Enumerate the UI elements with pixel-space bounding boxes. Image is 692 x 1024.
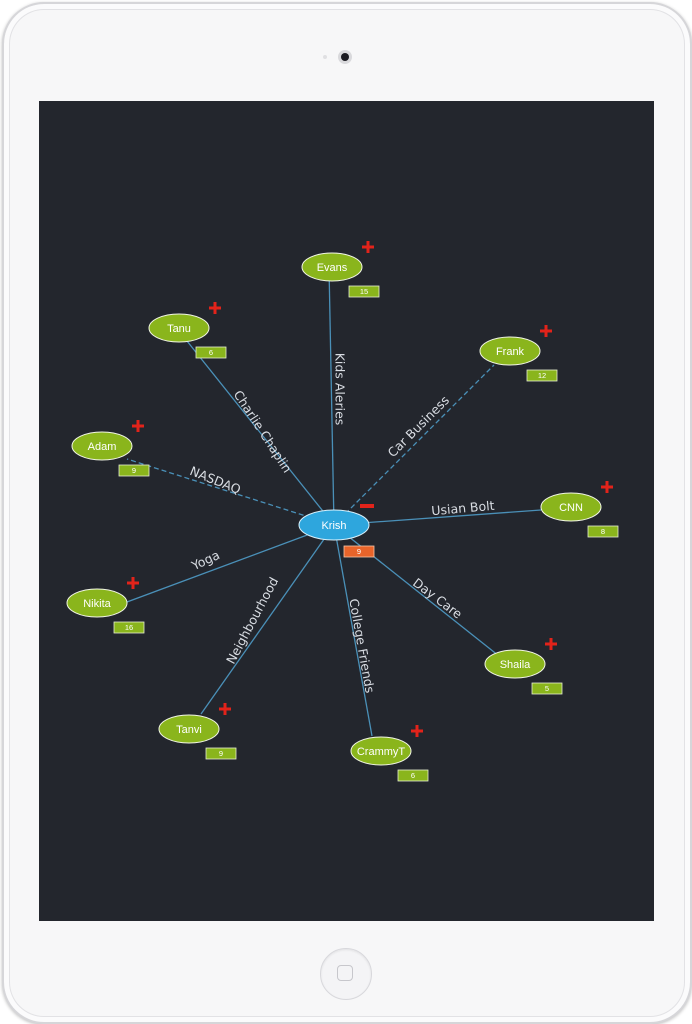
- plus-icon[interactable]: [127, 577, 139, 589]
- minus-icon[interactable]: [360, 504, 374, 508]
- edge-label-crammyt: College Friends: [346, 597, 377, 694]
- count-badge-value: 9: [219, 749, 223, 758]
- edge-label-frank: Car Business: [384, 392, 452, 460]
- edge-label-cnn: Usian Bolt: [431, 498, 495, 518]
- node-shaila[interactable]: Shaila 5: [484, 638, 563, 695]
- node-label: Shaila: [500, 659, 531, 671]
- node-label: Frank: [496, 346, 525, 358]
- count-badge-value: 8: [601, 527, 605, 536]
- edge-label-shaila: Day Care: [410, 575, 465, 622]
- plus-icon[interactable]: [540, 325, 552, 337]
- edge-label-tanu: Charlie Chaplin: [231, 387, 295, 475]
- count-badge-value: 15: [360, 287, 368, 296]
- count-badge-value: 6: [209, 348, 213, 357]
- node-cnn[interactable]: CNN 8: [540, 481, 619, 538]
- node-label: Adam: [88, 441, 117, 453]
- front-camera: [341, 53, 349, 61]
- node-crammyt[interactable]: CrammyT 6: [350, 725, 429, 782]
- node-tanu[interactable]: Tanu 6: [148, 302, 227, 359]
- plus-icon[interactable]: [219, 703, 231, 715]
- edge-nikita: [126, 524, 335, 603]
- edge-label-nikita: Yoga: [188, 547, 222, 573]
- node-tanvi[interactable]: Tanvi 9: [158, 703, 237, 760]
- count-badge-value: 12: [538, 371, 546, 380]
- plus-icon[interactable]: [362, 241, 374, 253]
- screen: Kids Aleries Charlie Chaplin Car Business N…: [39, 101, 654, 921]
- node-frank[interactable]: Frank 12: [479, 325, 558, 382]
- center-count-badge-value: 9: [357, 547, 361, 556]
- node-label: CNN: [559, 502, 583, 514]
- count-badge-value: 5: [545, 684, 549, 693]
- edge-label-tanvi: Neighbourhood: [223, 575, 281, 667]
- plus-icon[interactable]: [545, 638, 557, 650]
- count-badge-value: 9: [132, 466, 136, 475]
- relationship-graph: Kids Aleries Charlie Chaplin Car Business N…: [66, 241, 619, 782]
- node-label: Tanu: [167, 323, 191, 335]
- count-badge-value: 16: [125, 623, 133, 632]
- plus-icon[interactable]: [411, 725, 423, 737]
- edge-tanvi: [200, 524, 335, 715]
- edge-label-adam: NASDAQ: [188, 463, 243, 497]
- node-evans[interactable]: Evans 15: [301, 241, 380, 298]
- node-label: CrammyT: [357, 746, 406, 758]
- home-square-icon: [337, 965, 353, 981]
- plus-icon[interactable]: [601, 481, 613, 493]
- plus-icon[interactable]: [209, 302, 221, 314]
- node-label: Evans: [317, 262, 348, 274]
- node-adam[interactable]: Adam 9: [71, 420, 150, 477]
- home-button[interactable]: [320, 948, 372, 1000]
- node-label: Tanvi: [176, 724, 202, 736]
- edge-label-evans: Kids Aleries: [333, 353, 348, 426]
- center-node-label: Krish: [321, 520, 346, 532]
- node-nikita[interactable]: Nikita 16: [66, 577, 145, 634]
- plus-icon[interactable]: [132, 420, 144, 432]
- node-label: Nikita: [83, 598, 111, 610]
- count-badge-value: 6: [411, 771, 415, 780]
- node-center-krish[interactable]: Krish 9: [298, 504, 375, 558]
- proximity-sensor: [323, 55, 327, 59]
